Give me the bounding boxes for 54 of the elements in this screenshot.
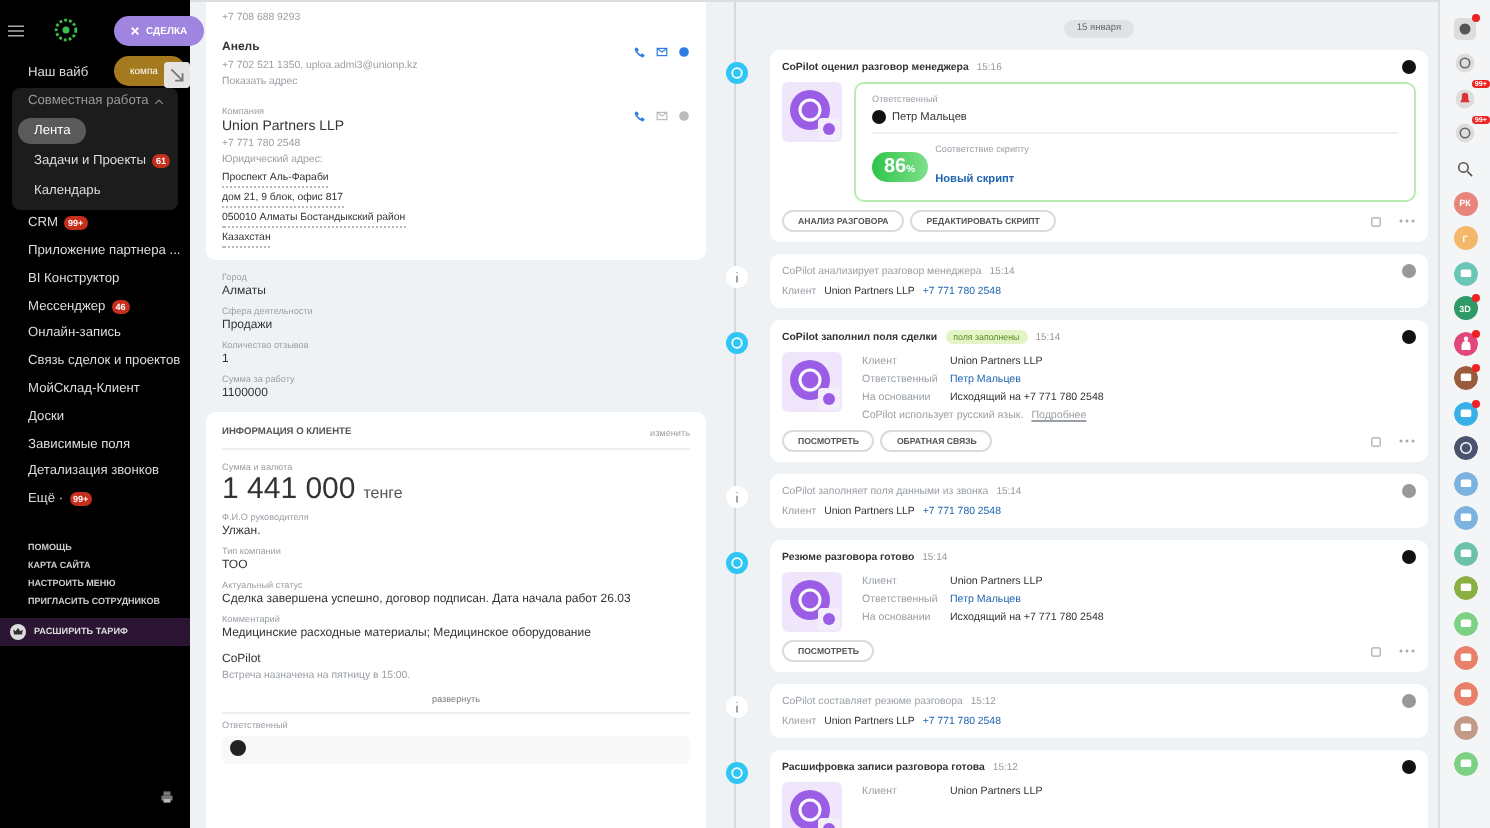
avatar-icon	[1402, 264, 1416, 278]
alert-badge	[1471, 14, 1479, 22]
chat-avatar-icon[interactable]	[1453, 366, 1477, 390]
chat-avatar-icon[interactable]	[1453, 401, 1477, 425]
alert-badge	[1471, 399, 1479, 407]
alert-badge	[1471, 294, 1479, 302]
copilot-drawing	[782, 352, 842, 412]
copilot-icon	[726, 62, 748, 84]
person-avatar-icon[interactable]	[1453, 331, 1477, 355]
chat-avatar-icon[interactable]	[1453, 471, 1477, 495]
avatar-icon	[1402, 60, 1416, 74]
avatar-icon	[1402, 760, 1416, 774]
printer-icon[interactable]	[160, 790, 174, 804]
bell-icon[interactable]	[1454, 87, 1476, 109]
close-icon[interactable]	[130, 26, 140, 36]
avatar-icon	[1402, 330, 1416, 344]
copilot-icon	[726, 552, 748, 574]
chat-avatar-icon[interactable]	[1453, 506, 1477, 530]
copilot-icon	[726, 332, 748, 354]
mail-icon[interactable]	[656, 45, 668, 57]
avatar-icon	[1402, 484, 1416, 498]
chat-avatar-icon[interactable]	[1453, 681, 1477, 705]
avatar-icon	[1402, 694, 1416, 708]
info-icon	[726, 486, 748, 508]
copilot-icon	[726, 762, 748, 784]
phone-icon[interactable]	[634, 45, 646, 57]
chevron-icon	[154, 97, 165, 106]
note-icon[interactable]	[1370, 645, 1382, 657]
amount-value: 1 441 000	[222, 473, 356, 505]
currency-label: тенге	[363, 483, 403, 501]
info-icon	[726, 696, 748, 718]
collapse-icon[interactable]	[164, 62, 190, 88]
avatar-icon	[1402, 550, 1416, 564]
chat-avatar-icon[interactable]	[1453, 576, 1477, 600]
alert-badge	[1471, 364, 1479, 372]
chat-avatar-icon[interactable]	[1453, 716, 1477, 740]
mail-icon[interactable]	[656, 109, 668, 121]
info-icon	[726, 266, 748, 288]
note-icon[interactable]	[1370, 215, 1382, 227]
copilot-drawing	[782, 82, 842, 142]
phone-icon[interactable]	[634, 109, 646, 121]
chat-icon[interactable]	[1454, 122, 1476, 144]
target-icon[interactable]	[1454, 52, 1476, 74]
menu-icon[interactable]	[8, 23, 24, 37]
avatar-icon	[872, 110, 886, 124]
logo-icon	[52, 16, 80, 44]
alert-badge	[1471, 329, 1479, 337]
crown-icon	[10, 623, 26, 639]
copilot-drawing	[782, 572, 842, 632]
note-icon[interactable]	[1370, 435, 1382, 447]
target-avatar-icon[interactable]	[1453, 436, 1477, 460]
chat-avatar-icon[interactable]	[1453, 646, 1477, 670]
help-icon[interactable]	[1454, 17, 1476, 39]
search-icon[interactable]	[1454, 157, 1476, 179]
